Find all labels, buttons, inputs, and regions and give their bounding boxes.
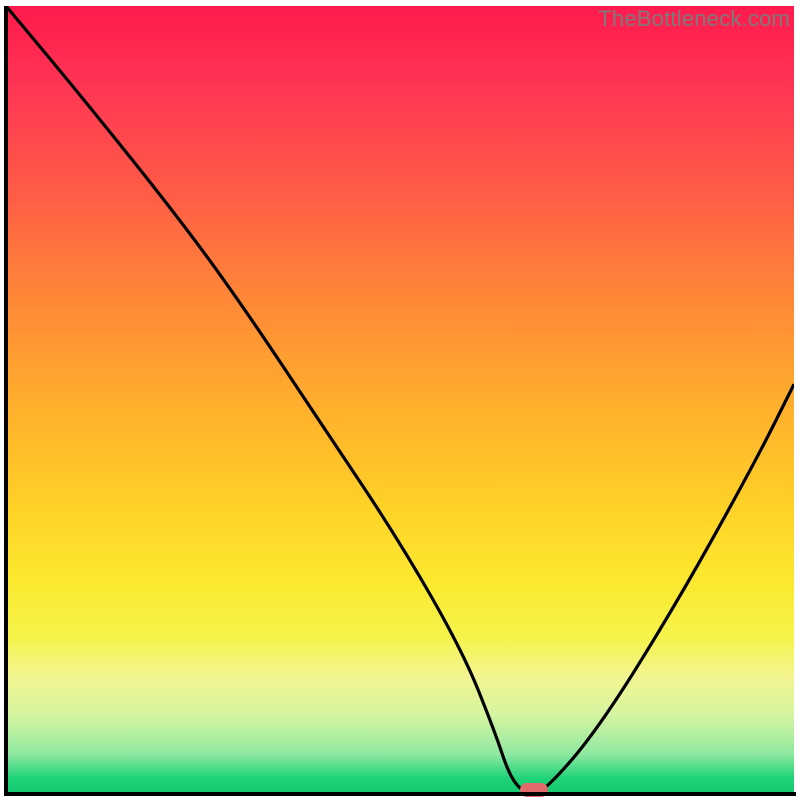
x-axis <box>4 792 796 796</box>
y-axis <box>4 6 8 796</box>
watermark-text: TheBottleneck.com <box>598 6 790 32</box>
plot-background <box>6 6 794 794</box>
bottleneck-chart: TheBottleneck.com <box>0 0 800 800</box>
